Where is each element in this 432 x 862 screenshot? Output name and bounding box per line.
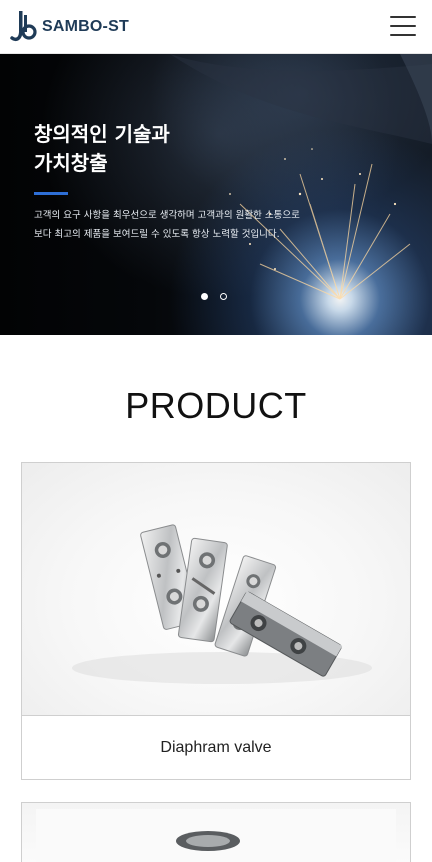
hero-description-line: 고객의 요구 사항을 최우선으로 생각하며 고객과의 원활한 소통으로 [34, 210, 300, 221]
hero-banner: 창의적인 기술과 가치창출 고객의 요구 사항을 최우선으로 생각하며 고객과의… [0, 54, 432, 335]
hero-title-line: 가치창출 [34, 151, 108, 175]
logo-mark-icon [10, 11, 37, 42]
hero-title: 창의적인 기술과 가치창출 [34, 120, 254, 178]
valve-parts-image [72, 524, 372, 684]
slider-pagination [201, 293, 227, 300]
hero-accent-bar [34, 192, 68, 195]
menu-bar [390, 25, 416, 27]
menu-bar [390, 34, 416, 36]
logo-text: SAMBO-ST [42, 18, 129, 35]
product-card[interactable]: Diaphram valve [21, 462, 411, 780]
hero-title-line: 창의적인 기술과 [34, 122, 170, 146]
product-image [22, 803, 410, 862]
logo[interactable]: SAMBO-ST [10, 9, 129, 45]
hero-description: 고객의 요구 사항을 최우선으로 생각하며 고객과의 원활한 소통으로 보다 최… [34, 206, 354, 244]
product-photo-image [36, 809, 396, 862]
hamburger-menu-icon[interactable] [390, 16, 416, 36]
site-header: SAMBO-ST [0, 0, 432, 54]
product-name[interactable]: Diaphram valve [22, 716, 410, 779]
slider-dot-1[interactable] [201, 293, 208, 300]
product-image [22, 463, 410, 716]
menu-bar [390, 16, 416, 18]
slider-dot-2[interactable] [220, 293, 227, 300]
hero-description-line: 보다 최고의 제품을 보여드릴 수 있도록 항상 노력할 것입니다. [34, 229, 280, 240]
product-card[interactable] [21, 802, 411, 862]
section-title: PRODUCT [125, 385, 307, 426]
